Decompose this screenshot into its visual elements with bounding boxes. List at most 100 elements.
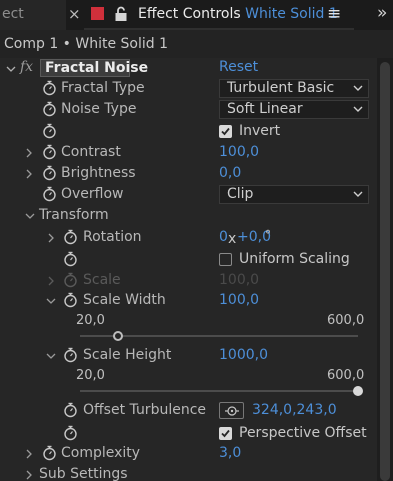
stopwatch-icon[interactable] (42, 144, 57, 160)
brightness-value[interactable]: 0,0 (219, 165, 241, 181)
scale-width-value[interactable]: 100,0 (219, 292, 259, 308)
slider-min-label: 20,0 (76, 368, 105, 383)
point-picker-button[interactable] (219, 402, 244, 419)
active-tab-indicator (84, 28, 354, 30)
stopwatch-icon[interactable] (42, 101, 57, 117)
stopwatch-icon[interactable] (42, 80, 57, 96)
fractal-type-dropdown[interactable]: Turbulent Basic (219, 79, 369, 98)
param-label: Brightness (61, 165, 136, 181)
slider-max-label: 600,0 (327, 368, 365, 383)
twirl-collapsed-icon[interactable] (24, 148, 34, 158)
noise-type-dropdown[interactable]: Soft Linear (219, 100, 369, 119)
param-row-overflow: Overflow Clip (0, 184, 377, 206)
twirl-expanded-icon[interactable] (46, 296, 56, 306)
twirl-expanded-icon[interactable] (6, 64, 16, 74)
checkmark-icon (221, 429, 230, 438)
close-tab-button[interactable]: × (68, 5, 81, 23)
reset-link[interactable]: Reset (219, 59, 258, 75)
dropdown-value: Clip (227, 186, 254, 202)
param-label: Scale Height (83, 347, 172, 363)
param-label: Offset Turbulence (83, 402, 207, 418)
contrast-value[interactable]: 100,0 (219, 144, 259, 160)
param-label: Scale Width (83, 292, 166, 308)
dropdown-value: Turbulent Basic (227, 80, 335, 96)
stopwatch-icon[interactable] (63, 292, 78, 308)
stopwatch-icon[interactable] (63, 402, 78, 418)
checkmark-icon (221, 127, 230, 136)
offset-turbulence-value[interactable]: 324,0,243,0 (252, 402, 337, 418)
stopwatch-icon[interactable] (63, 229, 78, 245)
stopwatch-icon (64, 272, 77, 288)
param-row-scale: Scale 100,0 (0, 270, 377, 292)
stopwatch-icon[interactable] (42, 445, 57, 461)
uniform-scaling-checkbox[interactable] (219, 253, 232, 266)
panel-menu-icon[interactable]: ≡ (327, 4, 341, 24)
effect-name-box[interactable]: Fractal Noise (40, 59, 148, 77)
tab-title: Effect Controls White Solid 1 (138, 6, 338, 22)
perspective-offset-label: Perspective Offset (239, 425, 367, 441)
label-color-swatch (91, 7, 104, 20)
group-row-sub-settings: Sub Settings (0, 464, 377, 481)
param-row-complexity: Complexity 3,0 (0, 443, 377, 465)
lock-icon[interactable] (114, 6, 128, 22)
param-label: Contrast (61, 144, 121, 160)
more-panels-icon[interactable]: » (377, 3, 387, 23)
stopwatch-icon[interactable] (63, 347, 78, 363)
param-label: Fractal Type (61, 80, 145, 96)
param-label: Complexity (61, 445, 141, 461)
twirl-collapsed-icon[interactable] (24, 449, 34, 459)
degree-sign: ° (265, 228, 271, 242)
rotation-revolutions[interactable]: 0 (219, 229, 228, 245)
tab-title-target: White Solid 1 (245, 6, 338, 22)
param-row-scale-width: Scale Width 100,0 (0, 290, 377, 312)
invert-checkbox[interactable] (219, 125, 232, 138)
param-label: Scale (83, 272, 121, 288)
invert-label: Invert (239, 123, 281, 139)
param-row-rotation: Rotation 0 x +0,0 ° (0, 227, 377, 249)
param-row-fractal-type: Fractal Type Turbulent Basic (0, 78, 377, 100)
tab-previous[interactable]: ect (0, 0, 66, 30)
twirl-collapsed-icon[interactable] (46, 233, 56, 243)
param-row-contrast: Contrast 100,0 (0, 142, 377, 164)
stopwatch-icon[interactable] (42, 186, 57, 202)
slider-min-label: 20,0 (76, 313, 105, 328)
scale-height-slider-track[interactable] (80, 390, 358, 392)
tab-title-panel: Effect Controls (138, 6, 241, 22)
overflow-dropdown[interactable]: Clip (219, 185, 369, 204)
twirl-expanded-icon[interactable] (25, 211, 35, 221)
panel-tab-bar: ect × Effect Controls White Solid 1 ≡ » (0, 0, 393, 30)
param-label: Rotation (83, 229, 142, 245)
param-row-brightness: Brightness 0,0 (0, 163, 377, 185)
chevron-down-icon (353, 85, 363, 91)
stopwatch-icon[interactable] (42, 165, 57, 181)
twirl-expanded-icon[interactable] (46, 351, 56, 361)
stopwatch-icon[interactable] (63, 425, 78, 441)
rotation-x-separator: x (228, 231, 237, 247)
dropdown-value: Soft Linear (227, 101, 303, 117)
stopwatch-icon[interactable] (63, 251, 78, 267)
chevron-down-icon (353, 191, 363, 197)
breadcrumb: Comp 1 • White Solid 1 (4, 36, 169, 52)
param-row-scale-height: Scale Height 1000,0 (0, 345, 377, 367)
slider-max-label: 600,0 (327, 313, 365, 328)
complexity-value[interactable]: 3,0 (219, 445, 241, 461)
param-row-uniform-scaling: Uniform Scaling (0, 249, 377, 271)
twirl-collapsed-icon[interactable] (24, 470, 34, 480)
scale-value: 100,0 (219, 272, 260, 288)
twirl-collapsed-icon (48, 276, 54, 286)
tab-effect-controls[interactable]: Effect Controls White Solid 1 ≡ (84, 0, 364, 30)
group-label[interactable]: Transform (39, 207, 109, 223)
twirl-collapsed-icon[interactable] (24, 169, 34, 179)
scale-height-slider-knob[interactable] (353, 386, 363, 396)
perspective-offset-checkbox[interactable] (219, 427, 232, 440)
param-row-invert: Invert (0, 121, 377, 143)
chevron-down-icon (353, 106, 363, 112)
uniform-scaling-label: Uniform Scaling (239, 251, 350, 267)
stopwatch-icon[interactable] (42, 123, 57, 139)
scale-height-value[interactable]: 1000,0 (219, 347, 268, 363)
group-label[interactable]: Sub Settings (39, 466, 128, 481)
crosshair-icon (225, 406, 239, 416)
tab-previous-label: ect (2, 6, 24, 22)
scrollbar-thumb[interactable] (380, 62, 390, 481)
fx-toggle-icon[interactable]: fx (20, 59, 33, 75)
